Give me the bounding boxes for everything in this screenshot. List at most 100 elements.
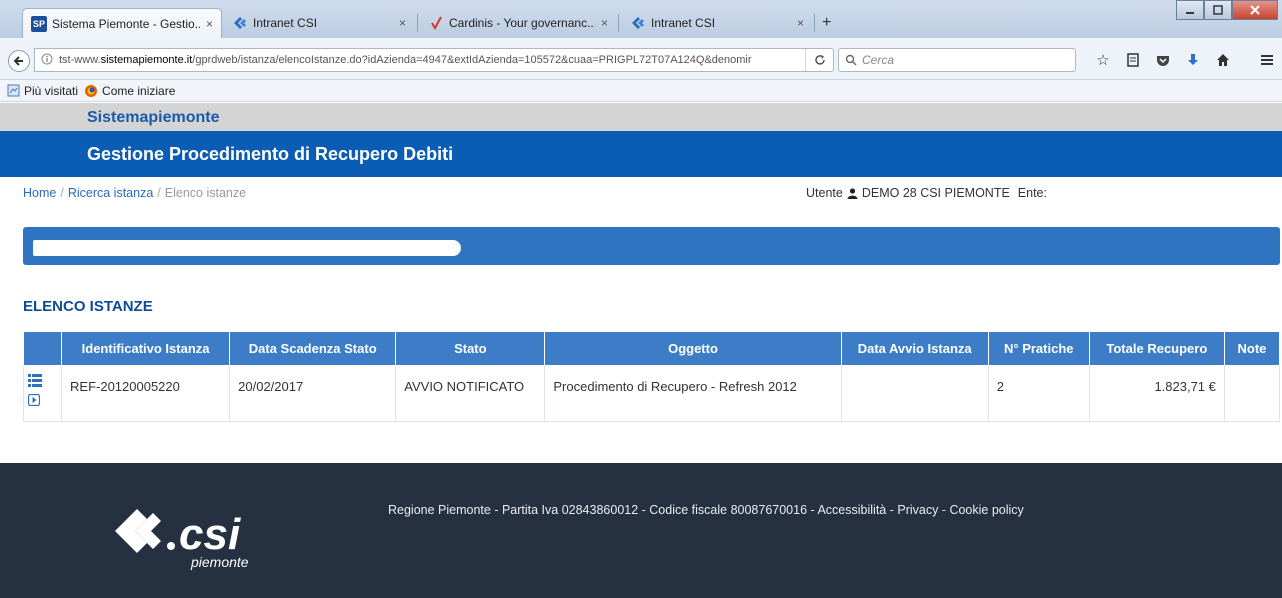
tab-sistema-piemonte[interactable]: SP Sistema Piemonte - Gestio... × (22, 8, 222, 38)
csi-favicon-icon (232, 15, 248, 31)
info-icon[interactable] (41, 53, 53, 68)
col-stato[interactable]: Stato (395, 331, 546, 366)
table-header-row: Identificativo Istanza Data Scadenza Sta… (22, 331, 1281, 366)
search-icon (845, 54, 857, 66)
istanze-table: Identificativo Istanza Data Scadenza Sta… (22, 331, 1281, 422)
page-top-bar: Sistemapiemonte (0, 103, 1282, 131)
close-tab-icon[interactable]: × (399, 16, 406, 30)
footer-link-cookie-policy[interactable]: Cookie policy (949, 503, 1023, 517)
csi-favicon-icon (630, 15, 646, 31)
user-label: Utente (806, 186, 843, 200)
footer-link-accessibilita[interactable]: Accessibilità (817, 503, 886, 517)
breadcrumb-home[interactable]: Home (23, 186, 56, 200)
breadcrumb: Home / Ricerca istanza / Elenco istanze (23, 186, 246, 200)
breadcrumb-separator: / (60, 186, 64, 200)
breadcrumb-ricerca[interactable]: Ricerca istanza (68, 186, 153, 200)
user-name: DEMO 28 CSI PIEMONTE (861, 186, 1010, 200)
search-bar[interactable]: Cerca (838, 48, 1076, 72)
col-data-avvio[interactable]: Data Avvio Istanza (840, 331, 989, 366)
tab-intranet-csi-1[interactable]: Intranet CSI × (224, 8, 414, 38)
csi-piemonte-logo[interactable]: csi piemonte (115, 501, 275, 571)
bookmark-come-iniziare[interactable]: Come iniziare (102, 84, 175, 98)
open-action-icon[interactable] (27, 393, 57, 409)
tab-title: Intranet CSI (253, 16, 318, 30)
minimize-button[interactable] (1176, 0, 1204, 20)
tab-title: Sistema Piemonte - Gestio... (52, 16, 200, 31)
logo-text: csi (179, 510, 241, 559)
browser-nav-bar: tst-www. sistemapiemonte.it/gprdweb/istan… (0, 38, 1282, 80)
url-prefix: tst-www. (59, 54, 101, 66)
col-data-scadenza[interactable]: Data Scadenza Stato (229, 331, 397, 366)
url-host: sistemapiemonte.it (100, 54, 193, 66)
maximize-button[interactable] (1204, 0, 1232, 20)
close-tab-icon[interactable]: × (797, 16, 804, 30)
footer: csi piemonte Regione Piemonte - Partita … (0, 463, 1282, 598)
menu-icon[interactable] (1252, 48, 1282, 72)
tab-separator (417, 14, 418, 32)
user-icon (847, 187, 858, 199)
table-row: REF-20120005220 20/02/2017 AVVIO NOTIFIC… (22, 365, 1281, 422)
bookmarks-bar: Più visitati Come iniziare (0, 80, 1282, 102)
close-tab-icon[interactable]: × (206, 17, 213, 31)
cell-n-pratiche: 2 (987, 365, 1090, 422)
col-note[interactable]: Note (1223, 331, 1281, 366)
sp-favicon-icon: SP (31, 15, 47, 32)
cell-data-avvio (840, 365, 989, 422)
window-close-button[interactable] (1232, 0, 1278, 20)
tab-separator (814, 14, 815, 32)
col-actions (22, 331, 63, 366)
new-tab-button[interactable]: + (822, 14, 831, 32)
user-info: Utente DEMO 28 CSI PIEMONTE Ente: (806, 186, 1047, 200)
list-detail-icon[interactable] (28, 374, 57, 390)
col-n-pratiche[interactable]: N° Pratiche (987, 331, 1090, 366)
reading-list-icon[interactable] (1118, 48, 1148, 72)
browser-tab-bar: SP Sistema Piemonte - Gestio... × Intran… (0, 0, 1282, 38)
cell-note (1223, 365, 1281, 422)
info-panel (23, 227, 1280, 265)
home-icon[interactable] (1208, 48, 1238, 72)
download-icon[interactable] (1178, 48, 1208, 72)
cell-oggetto: Procedimento di Recupero - Refresh 2012 (544, 365, 842, 422)
bookmark-folder-icon (6, 84, 20, 98)
url-path: /gprdweb/istanza/elencoIstanze.do?idAzie… (192, 54, 752, 66)
firefox-icon (84, 84, 98, 98)
col-totale-recupero[interactable]: Totale Recupero (1088, 331, 1225, 366)
tab-title: Intranet CSI (651, 16, 716, 30)
reload-icon[interactable] (805, 49, 833, 71)
logo-subtext: piemonte (190, 554, 249, 570)
cell-identificativo: REF-20120005220 (61, 365, 231, 422)
col-oggetto[interactable]: Oggetto (544, 331, 842, 366)
col-identificativo[interactable]: Identificativo Istanza (61, 331, 231, 366)
page-banner: Gestione Procedimento di Recupero Debiti (0, 131, 1282, 177)
footer-link-separator: - (886, 503, 898, 517)
page-title: Gestione Procedimento di Recupero Debiti (87, 144, 454, 164)
cell-totale-recupero: 1.823,71 € (1088, 365, 1225, 422)
footer-link-privacy[interactable]: Privacy (897, 503, 938, 517)
footer-text: Regione Piemonte - Partita Iva 028438600… (388, 503, 1024, 517)
cell-stato: AVVIO NOTIFICATO (395, 365, 546, 422)
row-actions (22, 365, 63, 422)
section-title: ELENCO ISTANZE (23, 298, 153, 315)
footer-legal-text: Regione Piemonte - Partita Iva 028438600… (388, 503, 818, 517)
pocket-icon[interactable] (1148, 48, 1178, 72)
tab-separator (618, 14, 619, 32)
tab-cardinis[interactable]: Cardinis - Your governanc... × (420, 8, 616, 38)
back-arrow-icon (13, 56, 23, 66)
ente-label: Ente: (1017, 186, 1047, 200)
cell-data-scadenza: 20/02/2017 (229, 365, 397, 422)
window-controls (1176, 0, 1278, 20)
back-button[interactable] (8, 50, 30, 72)
url-bar[interactable]: tst-www. sistemapiemonte.it/gprdweb/istan… (34, 48, 834, 72)
redacted-area (33, 240, 461, 256)
tab-title: Cardinis - Your governanc... (449, 16, 595, 30)
bookmark-piu-visitati[interactable]: Più visitati (24, 84, 78, 98)
brand-name[interactable]: Sistemapiemonte (87, 109, 219, 127)
breadcrumb-current: Elenco istanze (164, 186, 247, 200)
close-tab-icon[interactable]: × (601, 16, 608, 30)
tab-intranet-csi-2[interactable]: Intranet CSI × (622, 8, 812, 38)
bookmark-star-icon[interactable]: ☆ (1088, 48, 1118, 72)
search-placeholder: Cerca (862, 53, 895, 67)
footer-link-separator: - (938, 503, 950, 517)
toolbar-icons: ☆ (1088, 48, 1282, 72)
cardinis-favicon-icon (428, 15, 444, 31)
